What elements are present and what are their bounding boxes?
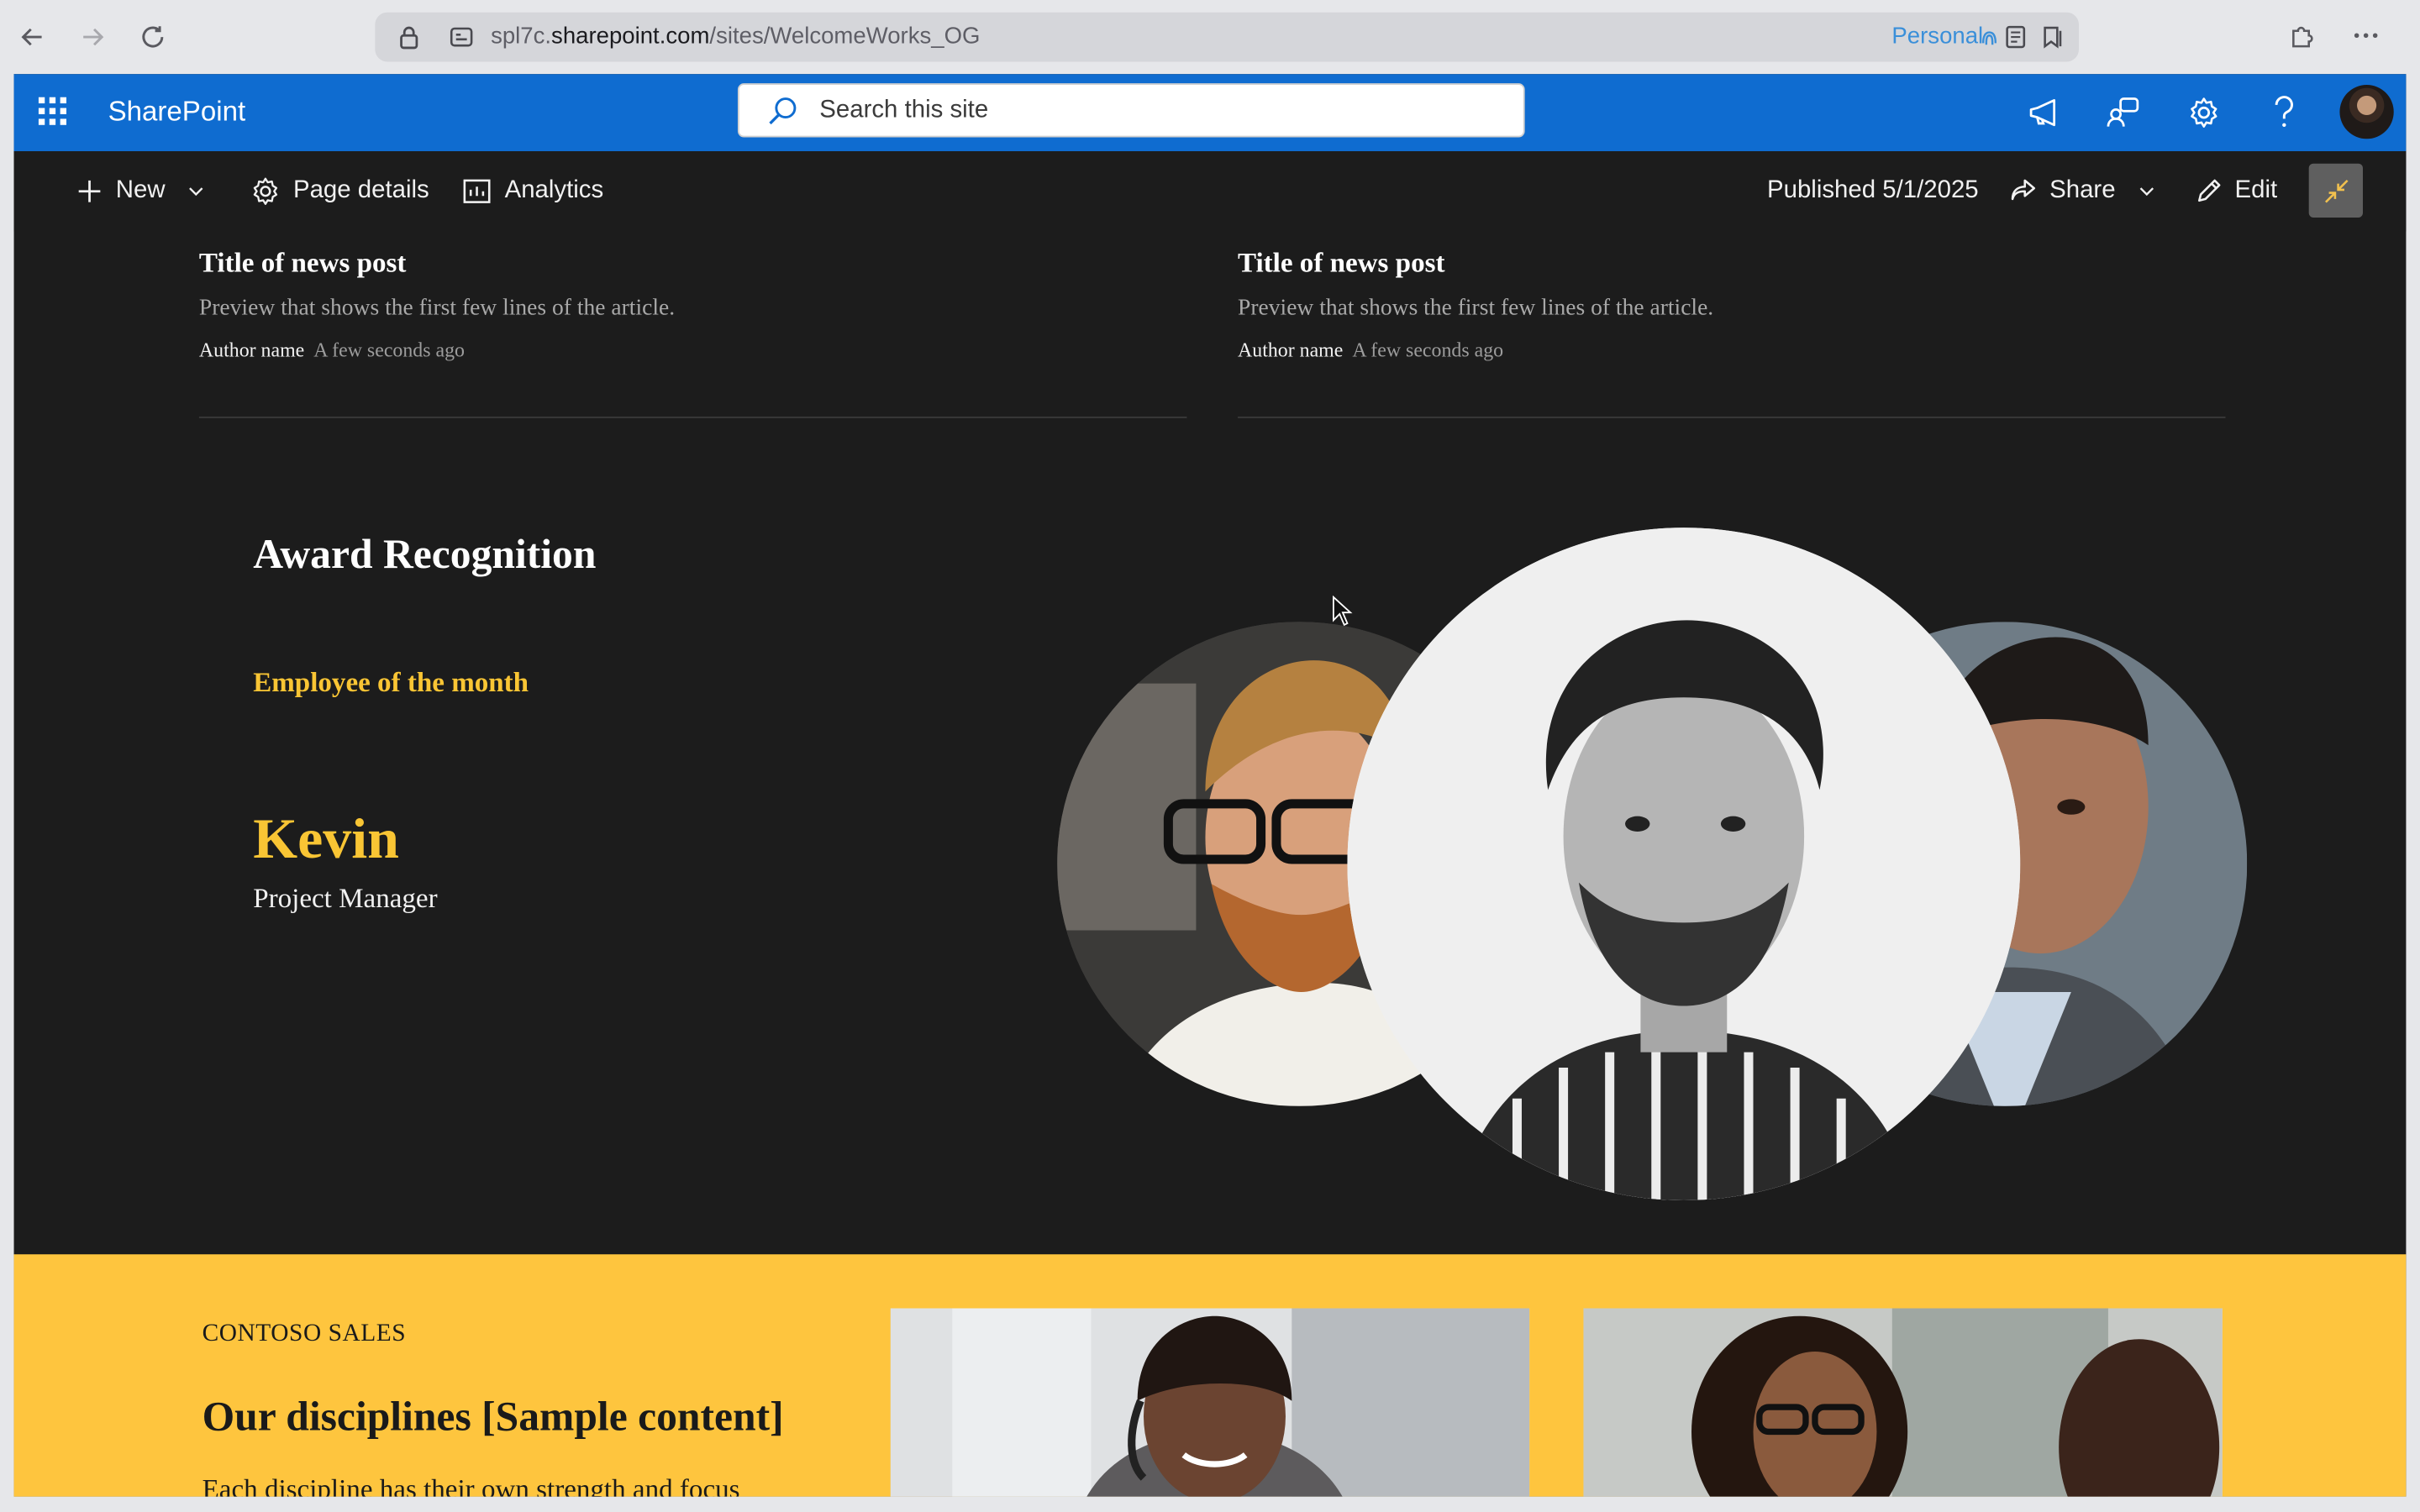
megaphone-icon[interactable] xyxy=(2023,92,2064,133)
news-meta: Author name A few seconds ago xyxy=(199,338,1186,362)
news-time: A few seconds ago xyxy=(1352,338,1504,361)
collapse-arrows-icon xyxy=(2324,179,2348,202)
news-preview: Preview that shows the first few lines o… xyxy=(1238,296,1714,322)
award-heading: Award Recognition xyxy=(253,530,597,577)
profile-label[interactable]: Personal xyxy=(1891,24,1983,50)
share-label: Share xyxy=(2049,177,2116,204)
news-time: A few seconds ago xyxy=(313,338,465,361)
sharepoint-page: SharePoint Search this site New Page det… xyxy=(13,74,2407,1497)
back-icon[interactable] xyxy=(14,18,51,55)
employee-role: Project Manager xyxy=(253,882,438,914)
address-bar[interactable]: spl7c.sharepoint.com/sites/WelcomeWorks_… xyxy=(375,12,2080,62)
help-icon[interactable] xyxy=(2264,92,2304,133)
section-heading: Our disciplines [Sample content] xyxy=(202,1393,784,1440)
news-title[interactable]: Title of news post xyxy=(1238,247,2225,280)
refresh-icon[interactable] xyxy=(134,18,171,55)
search-input[interactable]: Search this site xyxy=(737,83,1525,138)
reader-icon[interactable] xyxy=(1999,20,2033,54)
browser-toolbar: spl7c.sharepoint.com/sites/WelcomeWorks_… xyxy=(0,0,2420,75)
lock-icon[interactable] xyxy=(392,20,426,54)
suite-bar: SharePoint Search this site xyxy=(13,74,2407,151)
share-network-icon[interactable] xyxy=(2103,92,2144,133)
extensions-icon[interactable] xyxy=(2284,18,2317,52)
news-item[interactable]: Title of news post Preview that shows th… xyxy=(1238,247,2226,418)
news-author[interactable]: Author name xyxy=(199,338,304,361)
chevron-down-icon xyxy=(189,187,203,197)
analytics-icon xyxy=(463,179,491,203)
settings-gear-icon[interactable] xyxy=(2184,92,2224,133)
app-launcher-icon[interactable] xyxy=(37,96,71,129)
app-name[interactable]: SharePoint xyxy=(108,96,246,129)
news-meta: Author name A few seconds ago xyxy=(1238,338,2225,362)
favorites-icon[interactable] xyxy=(2036,20,2070,54)
new-label: New xyxy=(115,177,166,204)
collapse-button[interactable] xyxy=(2308,163,2363,218)
news-author[interactable]: Author name xyxy=(1238,338,1343,361)
forward-icon[interactable] xyxy=(74,18,111,55)
page-details-button[interactable]: Page details xyxy=(250,173,429,210)
discipline-card-image[interactable] xyxy=(1583,1308,2223,1497)
page-details-label: Page details xyxy=(292,177,429,204)
chevron-down-icon xyxy=(2139,187,2154,197)
edit-button[interactable]: Edit xyxy=(2195,173,2277,210)
analytics-label: Analytics xyxy=(504,177,604,204)
search-placeholder: Search this site xyxy=(819,97,989,123)
news-title[interactable]: Title of news post xyxy=(199,247,1186,280)
site-info-icon[interactable] xyxy=(445,20,478,54)
news-item[interactable]: Title of news post Preview that shows th… xyxy=(198,247,1187,418)
analytics-button[interactable]: Analytics xyxy=(461,173,603,210)
news-preview: Preview that shows the first few lines o… xyxy=(198,296,676,322)
command-bar: New Page details Analytics Published 5/1… xyxy=(13,150,2407,232)
url-text: spl7c.sharepoint.com/sites/WelcomeWorks_… xyxy=(491,23,981,50)
pencil-icon xyxy=(2198,179,2221,202)
discipline-card-image[interactable] xyxy=(890,1308,1530,1497)
share-button[interactable]: Share xyxy=(2009,173,2155,210)
more-options-icon[interactable] xyxy=(2349,18,2382,52)
gear-icon xyxy=(253,177,278,205)
new-button[interactable]: New xyxy=(76,173,205,210)
divider xyxy=(198,416,1187,418)
published-status: Published 5/1/2025 xyxy=(1767,177,1979,204)
edit-label: Edit xyxy=(2234,177,2278,204)
search-icon xyxy=(767,96,798,134)
section-kicker: CONTOSO SALES xyxy=(202,1320,407,1347)
portrait-center-image xyxy=(1347,528,2021,1200)
mouse-cursor-icon xyxy=(1332,595,1354,634)
employee-name: Kevin xyxy=(253,808,399,872)
user-avatar[interactable] xyxy=(2339,85,2394,139)
divider xyxy=(1238,416,2226,418)
award-subtitle: Employee of the month xyxy=(253,666,529,698)
section-description: Each discipline has their own strength a… xyxy=(202,1473,740,1497)
share-icon xyxy=(2011,179,2036,201)
plus-icon xyxy=(78,180,101,202)
disciplines-section: CONTOSO SALES Our disciplines [Sample co… xyxy=(13,1254,2407,1497)
